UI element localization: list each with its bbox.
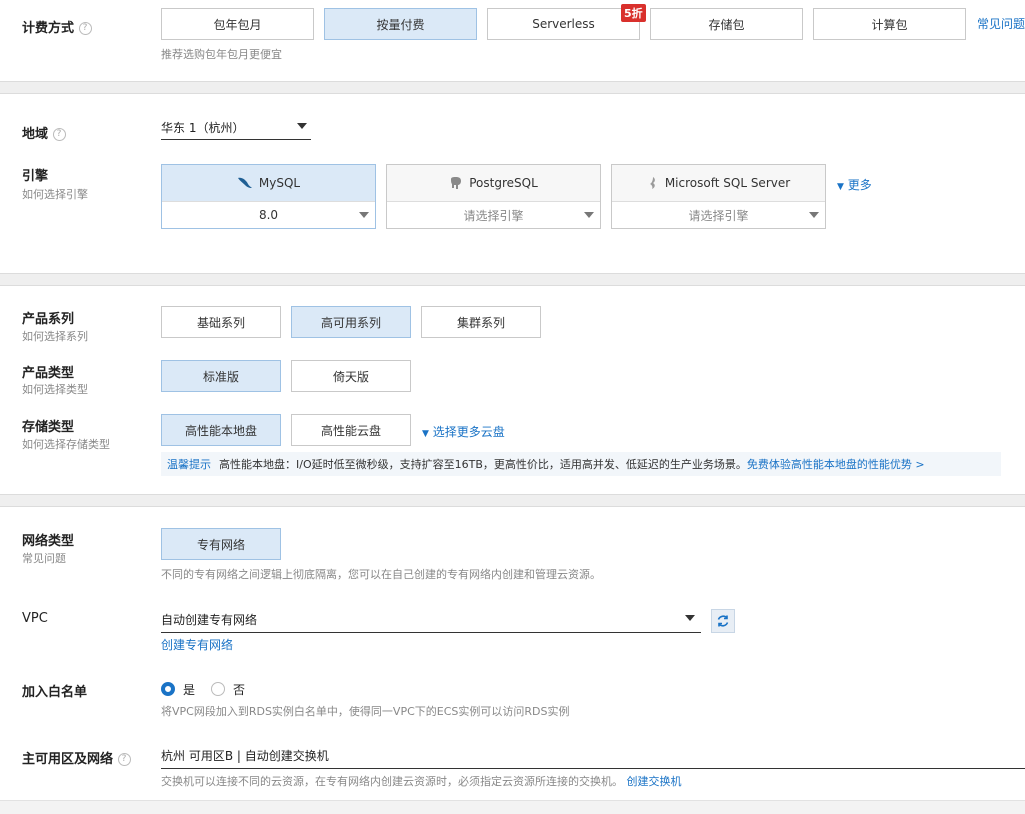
type-option-yitian[interactable]: 倚天版 <box>291 360 411 392</box>
network-faq-link[interactable]: 常见问题 <box>22 550 66 566</box>
zone-select[interactable]: 杭州 可用区B | 自动创建交换机 <box>161 741 1025 769</box>
section-divider <box>0 494 1025 507</box>
series-help-link[interactable]: 如何选择系列 <box>22 328 88 344</box>
bottom-divider <box>0 800 1025 814</box>
billing-option-subscription[interactable]: 包年包月 <box>161 8 314 40</box>
storage-more-link[interactable]: ▼ 选择更多云盘 <box>422 423 505 440</box>
billing-option-compute-pack[interactable]: 计算包 <box>813 8 966 40</box>
region-select[interactable]: 华东 1（杭州） <box>161 116 311 140</box>
caret-down-icon: ▼ <box>422 429 429 439</box>
vpc-select[interactable]: 自动创建专有网络 <box>161 606 701 633</box>
billing-faq-link[interactable]: 常见问题 <box>977 15 1025 32</box>
zone-hint-line: 交换机可以连接不同的云资源，在专有网络内创建云资源时，必须指定云资源所连接的交换… <box>161 773 682 789</box>
engine-sqlserver-header[interactable]: Microsoft SQL Server <box>612 165 825 202</box>
tip-tag: 温馨提示 <box>167 458 211 471</box>
engine-mysql-header[interactable]: MySQL <box>162 165 375 202</box>
network-hint: 不同的专有网络之间逻辑上彻底隔离，您可以在自己创建的专有网络内创建和管理云资源。 <box>161 568 601 581</box>
engine-card-postgresql[interactable]: PostgreSQL 请选择引擎 <box>386 164 601 229</box>
network-option-vpc[interactable]: 专有网络 <box>161 528 281 560</box>
type-label: 产品类型 <box>22 366 75 381</box>
chevron-down-icon <box>809 212 819 218</box>
storage-option-cloud-disk[interactable]: 高性能云盘 <box>291 414 411 446</box>
storage-option-local-ssd[interactable]: 高性能本地盘 <box>161 414 281 446</box>
whitelist-no-label: 否 <box>233 683 246 697</box>
whitelist-yes-label: 是 <box>183 683 196 697</box>
help-icon[interactable]: ? <box>78 22 92 35</box>
zone-label: 主可用区及网络 ? <box>22 748 131 767</box>
engine-version-select[interactable]: 请选择引擎 <box>612 202 825 228</box>
whitelist-yes-radio[interactable] <box>161 682 175 696</box>
refresh-button[interactable] <box>711 609 735 633</box>
engine-name: Microsoft SQL Server <box>664 176 791 190</box>
whitelist-hint: 将VPC网段加入到RDS实例白名单中，使得同一VPC下的ECS实例可以访问RDS… <box>161 705 570 718</box>
engine-card-mysql[interactable]: MySQL 8.0 <box>161 164 376 229</box>
engine-label: 引擎 <box>22 169 49 184</box>
create-vswitch-link[interactable]: 创建交换机 <box>627 775 682 788</box>
engine-version-select[interactable]: 请选择引擎 <box>387 202 600 228</box>
engine-help-link[interactable]: 如何选择引擎 <box>22 186 88 202</box>
series-option-ha[interactable]: 高可用系列 <box>291 306 411 338</box>
tip-text: 高性能本地盘：I/O延时低至微秒级，支持扩容至16TB，更高性价比，适用高并发、… <box>219 458 747 471</box>
storage-label: 存储类型 <box>22 420 75 435</box>
billing-option-storage-pack[interactable]: 存储包 <box>650 8 803 40</box>
region-value: 华东 1（杭州） <box>161 121 245 135</box>
region-label: 地域 ? <box>22 123 66 142</box>
chevron-down-icon <box>359 212 369 218</box>
zone-hint: 交换机可以连接不同的云资源，在专有网络内创建云资源时，必须指定云资源所连接的交换… <box>161 775 623 788</box>
storage-help-link[interactable]: 如何选择存储类型 <box>22 436 110 452</box>
section-divider <box>0 273 1025 286</box>
engine-version-select[interactable]: 8.0 <box>162 202 375 228</box>
chevron-down-icon <box>685 615 695 621</box>
whitelist-no-radio[interactable] <box>211 682 225 696</box>
sqlserver-icon <box>649 177 655 189</box>
mysql-dolphin-icon <box>237 177 252 188</box>
refresh-icon <box>717 615 729 627</box>
tip-link[interactable]: 免费体验高性能本地盘的性能优势 > <box>747 456 925 472</box>
chevron-down-icon <box>297 123 307 129</box>
help-icon[interactable]: ? <box>52 128 66 141</box>
billing-option-pay-as-you-go[interactable]: 按量付费 <box>324 8 477 40</box>
vpc-value: 自动创建专有网络 <box>161 613 258 627</box>
whitelist-label: 加入白名单 <box>22 685 88 700</box>
section-divider <box>0 81 1025 94</box>
engine-name: PostgreSQL <box>469 176 538 190</box>
series-option-cluster[interactable]: 集群系列 <box>421 306 541 338</box>
network-label: 网络类型 <box>22 534 75 549</box>
caret-down-icon: ▼ <box>837 182 844 192</box>
storage-tip-bar: 温馨提示 高性能本地盘：I/O延时低至微秒级，支持扩容至16TB，更高性价比，适… <box>161 452 1001 476</box>
vpc-label: VPC <box>22 611 48 626</box>
engine-more-link[interactable]: ▼ 更多 <box>837 176 872 193</box>
engine-card-sqlserver[interactable]: Microsoft SQL Server 请选择引擎 <box>611 164 826 229</box>
billing-option-serverless[interactable]: Serverless <box>487 8 640 40</box>
help-icon[interactable]: ? <box>117 753 131 766</box>
discount-badge: 5折 <box>621 4 646 22</box>
billing-label: 计费方式 ? <box>22 17 92 36</box>
engine-postgresql-header[interactable]: PostgreSQL <box>387 165 600 202</box>
billing-hint: 推荐选购包年包月更便宜 <box>161 48 282 61</box>
engine-version-value: 请选择引擎 <box>463 208 524 223</box>
zone-value: 杭州 可用区B | 自动创建交换机 <box>161 749 329 763</box>
type-option-standard[interactable]: 标准版 <box>161 360 281 392</box>
engine-name: MySQL <box>258 176 301 190</box>
series-option-basic[interactable]: 基础系列 <box>161 306 281 338</box>
engine-version-value: 请选择引擎 <box>688 208 749 223</box>
series-label: 产品系列 <box>22 312 75 327</box>
create-vpc-link[interactable]: 创建专有网络 <box>161 636 233 653</box>
chevron-down-icon <box>584 212 594 218</box>
engine-version-value: 8.0 <box>258 208 279 222</box>
type-help-link[interactable]: 如何选择类型 <box>22 381 88 397</box>
postgresql-elephant-icon <box>451 177 462 189</box>
